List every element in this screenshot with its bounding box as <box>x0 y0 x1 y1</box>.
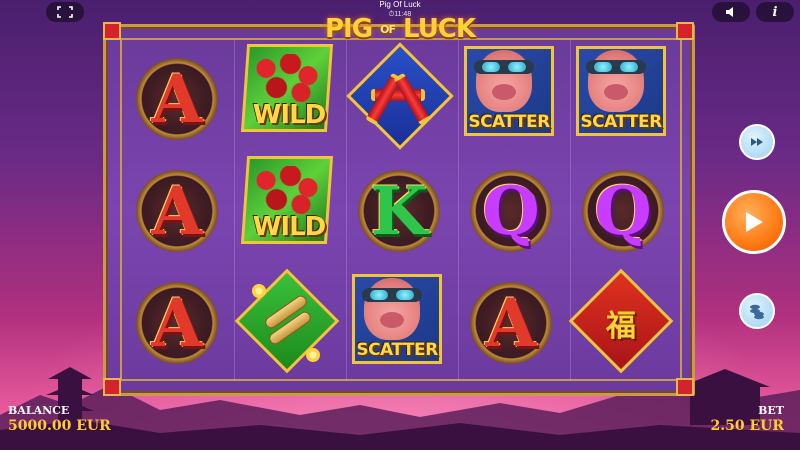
symbol-fortune: 福 <box>568 268 674 374</box>
coin-stack-icon <box>750 304 764 320</box>
fullscreen-icon <box>57 6 73 18</box>
flower-icon <box>252 284 266 298</box>
bet-settings-button[interactable] <box>739 293 775 329</box>
goggles-icon <box>362 288 422 302</box>
symbol-scatter: SCATTER <box>346 270 448 372</box>
symbol-scatter: SCATTER <box>570 42 672 144</box>
goggles-icon <box>586 60 646 74</box>
game-title: Pig Of Luck <box>379 0 421 9</box>
frame-corner-top-right <box>676 22 694 40</box>
fullscreen-button[interactable] <box>46 2 84 22</box>
symbol-a: A <box>126 272 228 374</box>
flower-icon <box>306 348 320 362</box>
symbol-wild: WILD <box>238 40 340 142</box>
symbol-a: A <box>126 48 228 150</box>
bet-label: BET <box>758 404 784 417</box>
balance-value: 5000.00 EUR <box>8 418 111 434</box>
goggles-icon <box>474 60 534 74</box>
symbol-wild: WILD <box>238 152 340 254</box>
symbol-a: A <box>460 272 562 374</box>
snout-icon <box>604 84 628 100</box>
frame-corner-bottom-right <box>676 378 694 396</box>
turbo-button[interactable] <box>739 124 775 160</box>
symbol-q: Q <box>572 160 674 262</box>
symbol-firecracker <box>346 42 454 150</box>
symbol-scroll <box>234 268 340 374</box>
symbol-q: Q <box>460 160 562 262</box>
frame-corner-bottom-left <box>103 378 121 396</box>
info-button[interactable]: i <box>756 2 794 22</box>
play-icon <box>746 212 763 232</box>
info-icon: i <box>772 4 778 20</box>
symbol-a: A <box>126 160 228 262</box>
red-envelopes-icon <box>252 166 322 214</box>
spin-button[interactable] <box>722 190 786 254</box>
bet-value: 2.50 EUR <box>710 418 785 434</box>
fortune-character: 福 <box>606 309 636 344</box>
logo-word-of: OF <box>380 23 396 36</box>
snout-icon <box>380 312 404 328</box>
sound-button[interactable] <box>712 2 750 22</box>
fast-forward-icon <box>751 138 763 146</box>
balance-label: BALANCE <box>8 404 70 417</box>
symbol-scatter: SCATTER <box>458 42 560 144</box>
frame-corner-top-left <box>103 22 121 40</box>
red-envelopes-icon <box>252 54 322 102</box>
speaker-icon <box>726 7 733 17</box>
symbol-k: K <box>348 160 450 262</box>
snout-icon <box>492 84 516 100</box>
